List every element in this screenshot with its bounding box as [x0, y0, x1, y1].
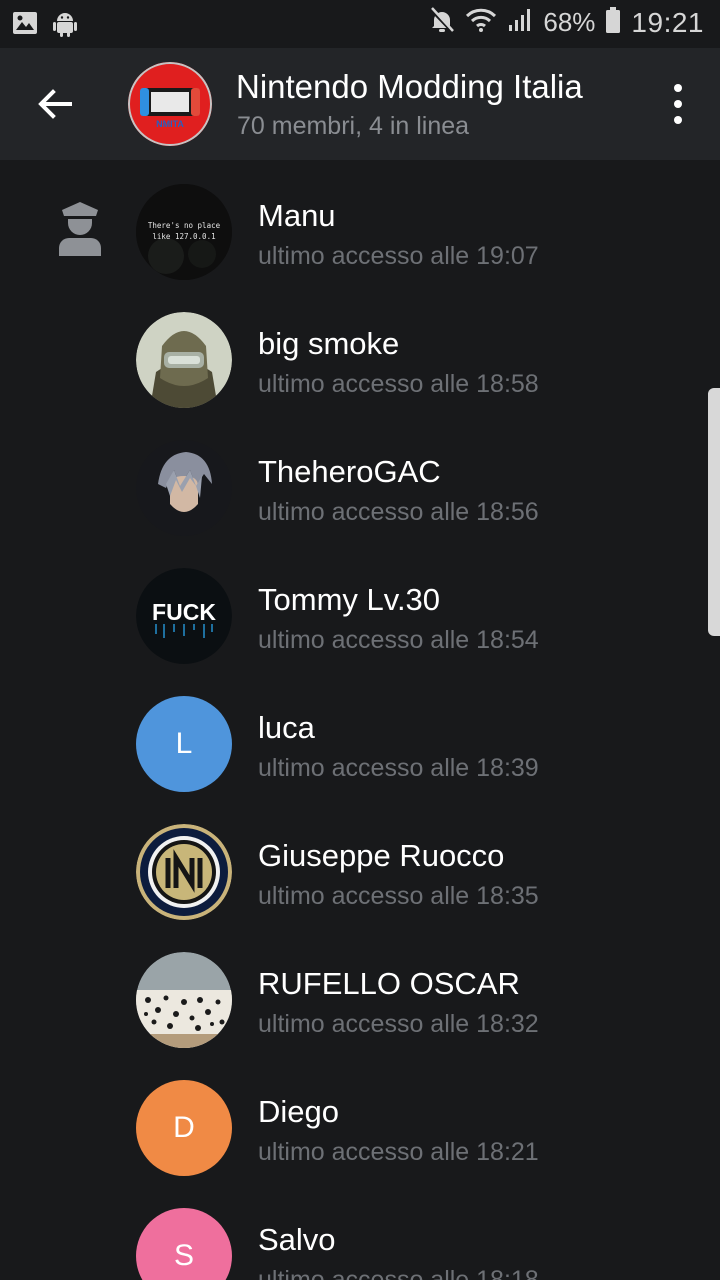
wifi-icon — [465, 7, 497, 38]
avatar — [136, 824, 232, 920]
svg-text:There's no place: There's no place — [148, 221, 221, 230]
gallery-icon — [12, 10, 38, 43]
chat-header: NMITA Nintendo Modding Italia 70 membri,… — [0, 48, 720, 160]
member-name: Giuseppe Ruocco — [258, 838, 505, 873]
avatar: There's no place like 127.0.0.1 — [136, 184, 232, 280]
member-name: big smoke — [258, 326, 400, 361]
status-bar: 68% 19:21 — [0, 0, 720, 48]
admin-badge-icon — [59, 202, 101, 256]
signal-icon — [507, 7, 533, 38]
member-name: luca — [258, 710, 315, 745]
member-name: Salvo — [258, 1222, 336, 1257]
more-options-icon — [674, 84, 682, 92]
avatar — [136, 952, 232, 1048]
list-item[interactable]: big smoke ultimo accesso alle 18:58 — [0, 288, 720, 416]
member-name: Manu — [258, 198, 336, 233]
more-options-button[interactable] — [666, 84, 690, 124]
mute-icon — [429, 6, 455, 39]
member-last-seen: ultimo accesso alle 19:07 — [258, 242, 539, 270]
android-icon — [52, 10, 78, 43]
list-item[interactable]: There's no place like 127.0.0.1 Manu ult… — [0, 160, 720, 288]
member-last-seen: ultimo accesso alle 18:18 — [258, 1266, 539, 1280]
clock: 19:21 — [631, 6, 704, 38]
list-item[interactable]: D Diego ultimo accesso alle 18:21 — [0, 1056, 720, 1184]
group-member-count: 70 membri, 4 in linea — [237, 112, 470, 140]
avatar-text: FUCK — [152, 599, 216, 625]
svg-text:like 127.0.0.1: like 127.0.0.1 — [152, 232, 215, 241]
members-list[interactable]: There's no place like 127.0.0.1 Manu ult… — [0, 160, 720, 1280]
member-last-seen: ultimo accesso alle 18:32 — [258, 1010, 539, 1038]
member-name: TheheroGAC — [258, 454, 441, 489]
back-arrow-icon — [38, 89, 72, 119]
avatar-initial: L — [175, 727, 193, 760]
list-item[interactable]: S Salvo ultimo accesso alle 18:18 — [0, 1184, 720, 1280]
avatar — [136, 440, 232, 536]
scrollbar[interactable] — [708, 388, 720, 636]
avatar: FUCK — [136, 568, 232, 664]
list-item[interactable]: RUFELLO OSCAR ultimo accesso alle 18:32 — [0, 928, 720, 1056]
member-last-seen: ultimo accesso alle 18:39 — [258, 754, 539, 782]
group-title[interactable]: Nintendo Modding Italia — [236, 68, 583, 106]
member-name: RUFELLO OSCAR — [258, 966, 520, 1001]
avatar — [136, 312, 232, 408]
group-avatar[interactable]: NMITA — [128, 62, 212, 146]
avatar: L — [136, 696, 232, 792]
list-item[interactable]: TheheroGAC ultimo accesso alle 18:56 — [0, 416, 720, 544]
avatar: D — [136, 1080, 232, 1176]
list-item[interactable]: L luca ultimo accesso alle 18:39 — [0, 672, 720, 800]
battery-icon — [605, 6, 621, 39]
avatar-initial: D — [173, 1111, 195, 1144]
member-last-seen: ultimo accesso alle 18:35 — [258, 882, 539, 910]
battery-percent: 68% — [543, 7, 596, 37]
back-button[interactable] — [30, 81, 80, 127]
avatar-initial: S — [173, 1239, 194, 1272]
member-last-seen: ultimo accesso alle 18:58 — [258, 370, 539, 398]
list-item[interactable]: FUCK Tommy Lv.30 ultimo accesso alle 18:… — [0, 544, 720, 672]
member-name: Diego — [258, 1094, 339, 1129]
member-last-seen: ultimo accesso alle 18:56 — [258, 498, 539, 526]
member-last-seen: ultimo accesso alle 18:21 — [258, 1138, 539, 1166]
member-name: Tommy Lv.30 — [258, 582, 441, 617]
list-item[interactable]: Giuseppe Ruocco ultimo accesso alle 18:3… — [0, 800, 720, 928]
avatar: S — [136, 1208, 232, 1280]
member-last-seen: ultimo accesso alle 18:54 — [258, 626, 539, 654]
group-avatar-text: NMITA — [156, 119, 184, 129]
